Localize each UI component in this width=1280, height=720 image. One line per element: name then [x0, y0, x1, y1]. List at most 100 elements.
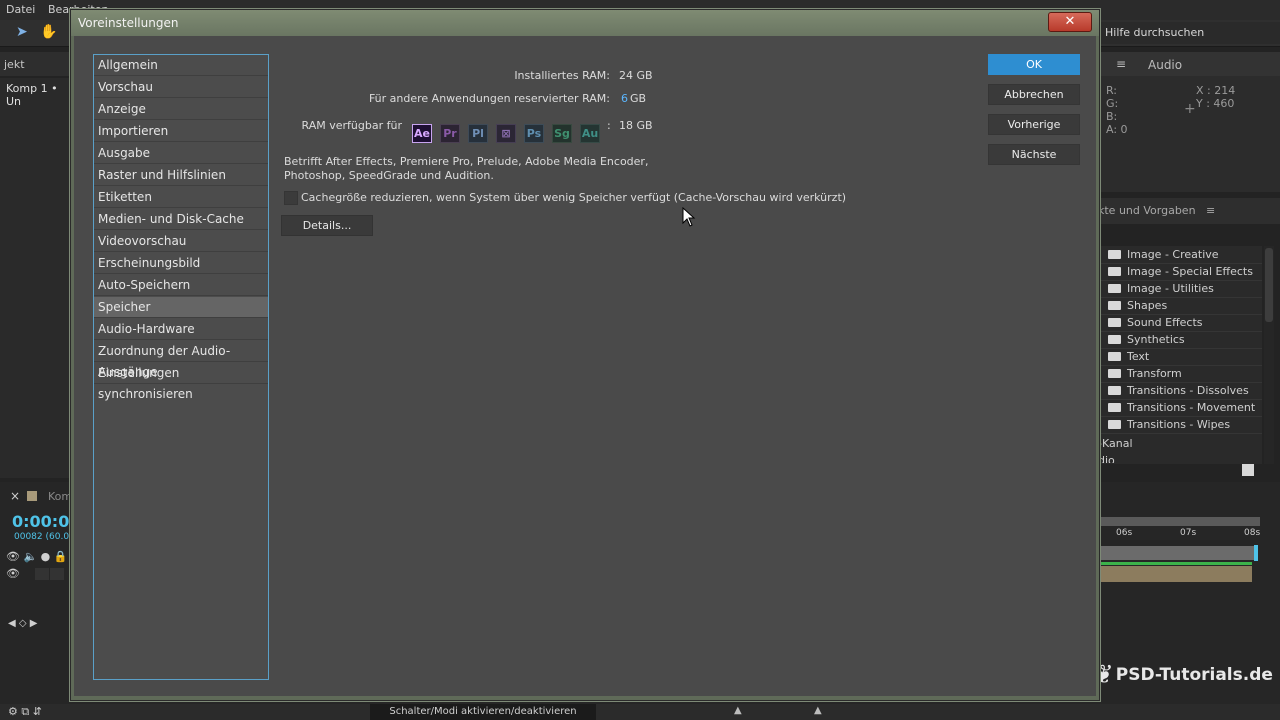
effects-folder-label: Text: [1127, 350, 1150, 363]
app-pr-icon: Pr: [440, 124, 460, 143]
category-videovorschau[interactable]: Videovorschau: [94, 231, 268, 252]
layer-toggle[interactable]: [50, 568, 64, 580]
affected-apps-description: Betrifft After Effects, Premiere Pro, Pr…: [284, 155, 649, 182]
effects-list: Image - Creative Image - Special Effects I…: [1098, 246, 1262, 464]
app-me-icon: ⊠: [496, 124, 516, 143]
project-panel-tab[interactable]: jekt: [0, 52, 72, 76]
next-button[interactable]: Nächste: [988, 144, 1080, 165]
cache-reduce-checkbox[interactable]: [284, 191, 298, 205]
details-button[interactable]: Details...: [281, 215, 373, 236]
available-ram-label: RAM verfügbar für: [301, 119, 402, 132]
effects-menu-icon[interactable]: ≡: [1206, 204, 1215, 217]
watermark: ❦ PSD-Tutorials.de: [1092, 660, 1273, 690]
installed-ram-label: Installiertes RAM:: [514, 69, 610, 82]
effects-partial-item[interactable]: -Kanal: [1098, 437, 1133, 450]
category-importieren[interactable]: Importieren: [94, 121, 268, 142]
help-search-input[interactable]: Hilfe durchsuchen: [1098, 22, 1280, 44]
effects-folder-item[interactable]: Text: [1098, 348, 1262, 366]
folder-icon: [1108, 267, 1121, 276]
ok-button[interactable]: OK: [988, 54, 1080, 75]
app-ae-icon: Ae: [412, 124, 432, 143]
previous-button[interactable]: Vorherige: [988, 114, 1080, 135]
category-anzeige[interactable]: Anzeige: [94, 99, 268, 120]
playhead[interactable]: [1254, 545, 1258, 561]
category-auto-speichern[interactable]: Auto-Speichern: [94, 275, 268, 296]
category-vorschau[interactable]: Vorschau: [94, 77, 268, 98]
ruler-tick: 07s: [1180, 528, 1197, 538]
effects-panel-title[interactable]: kte und Vorgaben: [1098, 204, 1196, 217]
eye-icon[interactable]: 👁: [6, 567, 20, 580]
layer-switches-icons[interactable]: 👁 🔈 ● 🔒: [6, 550, 67, 563]
time-ruler[interactable]: [1098, 517, 1260, 526]
project-panel: Komp 1 • Un: [0, 78, 72, 478]
ruler-tick: 08s: [1244, 528, 1261, 538]
folder-icon: [1108, 284, 1121, 293]
reserved-ram-label: Für andere Anwendungen reservierter RAM:: [368, 92, 610, 105]
effects-folder-item[interactable]: Sound Effects: [1098, 314, 1262, 332]
comp-color-icon: [27, 491, 37, 501]
folder-icon: [1108, 352, 1121, 361]
selection-tool-icon[interactable]: ➤: [16, 24, 28, 40]
effects-folder-label: Transitions - Dissolves: [1127, 384, 1249, 397]
zoom-in-icon[interactable]: ▲: [814, 705, 822, 716]
folder-icon: [1108, 318, 1121, 327]
category-speicher[interactable]: Speicher: [94, 297, 268, 318]
new-folder-icon[interactable]: [1242, 464, 1254, 476]
effects-folder-item[interactable]: Transitions - Wipes: [1098, 416, 1262, 434]
scrollbar-thumb[interactable]: [1265, 248, 1273, 322]
crosshair-icon: +: [1184, 101, 1196, 117]
frame-count: 00082 (60.00: [14, 532, 75, 542]
category-erscheinungsbild[interactable]: Erscheinungsbild: [94, 253, 268, 274]
tab-audio[interactable]: Audio: [1148, 58, 1182, 72]
info-g: G:: [1106, 97, 1119, 110]
switches-modes-toggle[interactable]: Schalter/Modi aktivieren/deaktivieren: [370, 704, 596, 720]
timeline-tab[interactable]: Kom: [48, 490, 72, 503]
effects-folder-label: Transitions - Movement: [1127, 401, 1256, 414]
effects-folder-item[interactable]: Image - Creative: [1098, 246, 1262, 264]
effects-folder-item[interactable]: Shapes: [1098, 297, 1262, 315]
layer-bar[interactable]: [1098, 566, 1252, 582]
panel-menu-icon[interactable]: ≡: [1116, 57, 1126, 71]
cache-reduce-label[interactable]: Cachegröße reduzieren, wenn System über …: [301, 191, 846, 204]
info-y: Y : 460: [1196, 97, 1235, 110]
category-medien-cache[interactable]: Medien- und Disk-Cache: [94, 209, 268, 230]
category-etiketten[interactable]: Etiketten: [94, 187, 268, 208]
category-audio-ausgaenge[interactable]: Zuordnung der Audio-Ausgänge: [94, 341, 268, 379]
info-x: X : 214: [1196, 84, 1236, 97]
folder-icon: [1108, 403, 1121, 412]
reserved-ram-value[interactable]: 6: [621, 92, 628, 105]
available-ram-value: 18 GB: [619, 119, 653, 132]
effects-folder-label: Image - Special Effects: [1127, 265, 1253, 278]
dialog-title: Voreinstellungen: [78, 16, 179, 30]
category-ausgabe[interactable]: Ausgabe: [94, 143, 268, 164]
effects-folder-item[interactable]: Transitions - Movement: [1098, 399, 1262, 417]
effects-folder-item[interactable]: Transitions - Dissolves: [1098, 382, 1262, 400]
dialog-titlebar[interactable]: Voreinstellungen ✕: [71, 10, 1099, 36]
timeline-close-icon[interactable]: ×: [10, 489, 20, 503]
effects-folder-item[interactable]: Transform: [1098, 365, 1262, 383]
work-area-bar[interactable]: [1098, 546, 1258, 560]
category-allgemein[interactable]: Allgemein: [94, 55, 268, 76]
info-b: B:: [1106, 110, 1118, 123]
keyframe-nav-icon[interactable]: ◀ ◇ ▶: [8, 618, 37, 629]
effects-folder-label: Image - Creative: [1127, 248, 1219, 261]
category-raster[interactable]: Raster und Hilfslinien: [94, 165, 268, 186]
close-button[interactable]: ✕: [1048, 12, 1092, 32]
folder-icon: [1108, 420, 1121, 429]
effects-folder-item[interactable]: Image - Special Effects: [1098, 263, 1262, 281]
menu-file[interactable]: Datei: [6, 3, 35, 16]
cancel-button[interactable]: Abbrechen: [988, 84, 1080, 105]
effects-folder-item[interactable]: Image - Utilities: [1098, 280, 1262, 298]
folder-icon: [1108, 369, 1121, 378]
status-icons[interactable]: ⚙ ⧉ ⇵: [8, 705, 42, 719]
effects-partial-item[interactable]: dio: [1098, 454, 1115, 463]
layer-toggle[interactable]: [35, 568, 49, 580]
category-audio-hardware[interactable]: Audio-Hardware: [94, 319, 268, 340]
effects-scrollbar[interactable]: [1264, 246, 1274, 464]
info-a: A: 0: [1106, 123, 1128, 136]
hand-tool-icon[interactable]: ✋: [40, 24, 57, 40]
zoom-out-icon[interactable]: ▲: [734, 705, 742, 716]
category-synchronisieren[interactable]: Einstellungen synchronisieren: [94, 363, 268, 401]
effects-folder-item[interactable]: Synthetics: [1098, 331, 1262, 349]
info-panel-tabs: ≡: [1098, 52, 1280, 76]
